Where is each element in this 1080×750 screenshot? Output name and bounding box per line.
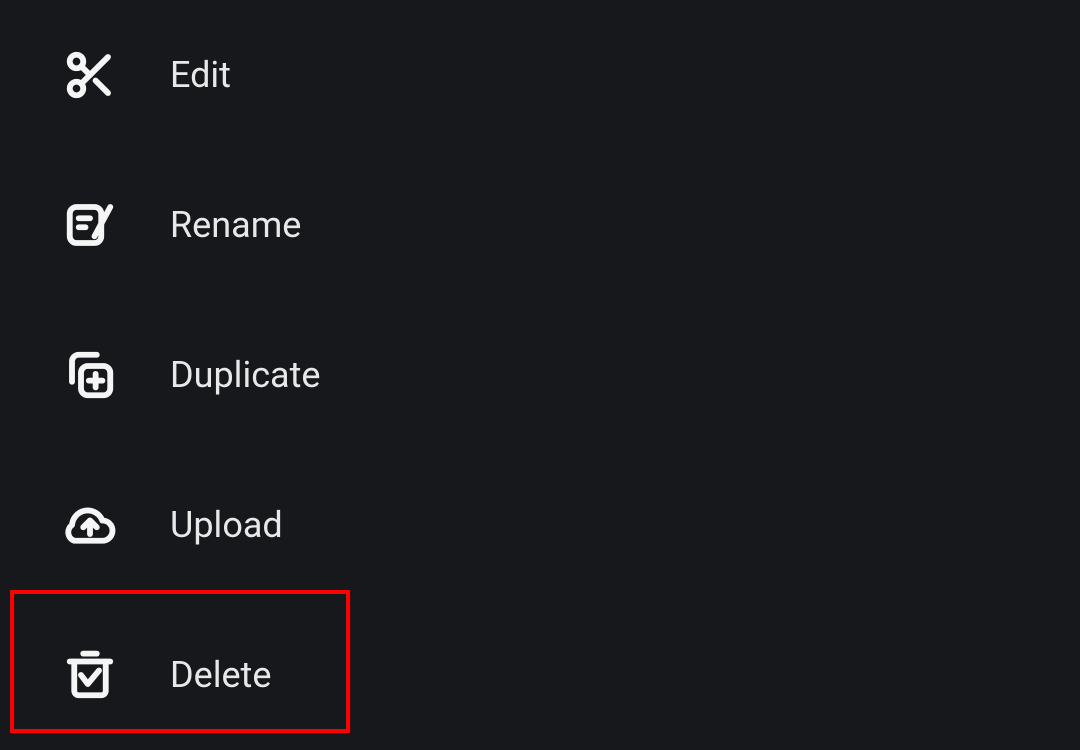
menu-item-rename[interactable]: Rename xyxy=(0,150,1080,300)
scissors-icon xyxy=(60,45,120,105)
menu-item-delete[interactable]: Delete xyxy=(0,600,1080,750)
menu-item-upload[interactable]: Upload xyxy=(0,450,1080,600)
menu-item-duplicate[interactable]: Duplicate xyxy=(0,300,1080,450)
menu-item-label: Upload xyxy=(170,504,283,546)
menu-item-label: Delete xyxy=(170,654,271,696)
menu-item-label: Edit xyxy=(170,54,231,96)
context-menu: Edit Rename xyxy=(0,0,1080,743)
menu-list: Edit Rename xyxy=(0,0,1080,750)
menu-item-edit[interactable]: Edit xyxy=(0,0,1080,150)
duplicate-icon xyxy=(60,345,120,405)
trash-icon xyxy=(60,645,120,705)
menu-item-label: Duplicate xyxy=(170,354,321,396)
cloud-upload-icon xyxy=(60,495,120,555)
menu-item-label: Rename xyxy=(170,204,301,246)
rename-icon xyxy=(60,195,120,255)
